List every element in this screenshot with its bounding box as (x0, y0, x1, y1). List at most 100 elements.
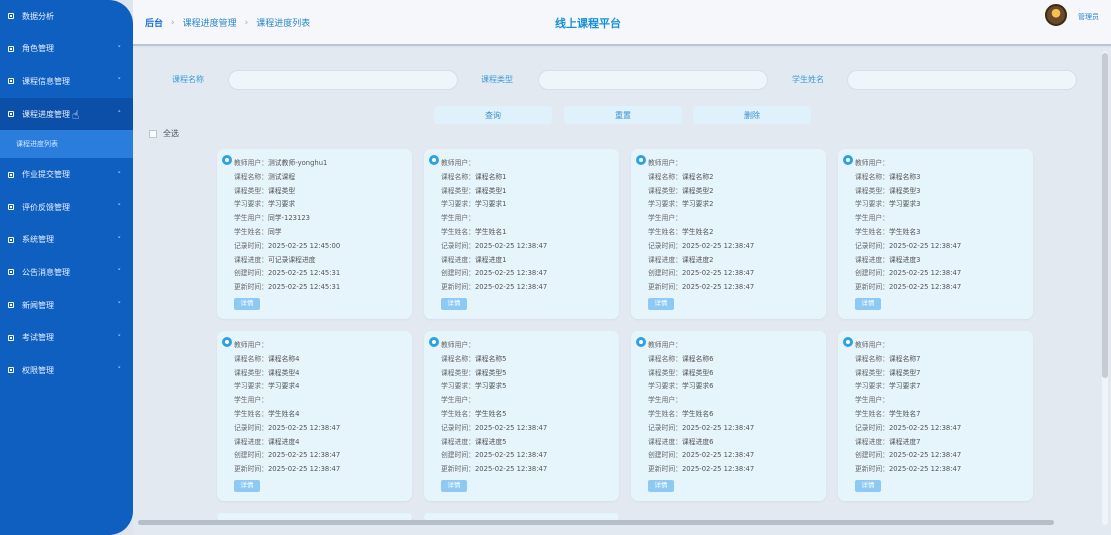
card-field: 学生姓名：同学 (234, 226, 340, 240)
detail-button[interactable]: 详情 (234, 298, 260, 310)
card-field-value: 学习要求2 (681, 200, 714, 209)
card-field-value: 2025-02-25 12:38:47 (681, 451, 755, 460)
card-select-radio[interactable] (843, 337, 853, 347)
detail-button[interactable]: 详情 (855, 298, 881, 310)
card-field: 学生姓名：学生姓名6 (648, 408, 754, 422)
menu-square-icon (8, 367, 14, 374)
sidebar-item-label: 权限管理 (22, 365, 54, 375)
card-field-label: 创建时间： (648, 451, 682, 460)
card-field: 更新时间：2025-02-25 12:38:47 (855, 281, 961, 295)
card-field-value: 学生姓名3 (888, 227, 921, 236)
sidebar-item-label: 公告消息管理 (22, 267, 70, 277)
course-name-input[interactable] (228, 70, 458, 90)
card-field-value: 2025-02-25 12:38:47 (888, 241, 962, 250)
card-select-radio[interactable] (429, 337, 439, 347)
card-field-label: 记录时间： (234, 241, 268, 250)
card-field-value: 学习要求3 (888, 200, 921, 209)
reset-button[interactable]: 重置 (564, 106, 682, 124)
user-name[interactable]: 管理员 (1078, 12, 1099, 22)
sidebar-item[interactable]: 新闻管理 ˅ (0, 289, 133, 322)
course-type-input[interactable] (538, 70, 768, 90)
card-field: 学习要求：学习要求1 (441, 198, 547, 212)
card-field: 学生用户： (441, 394, 547, 408)
card-field-value: 课程进度7 (888, 437, 921, 446)
card-field: 课程名称：课程名称3 (855, 171, 961, 185)
card-field-value: 2025-02-25 12:38:47 (681, 423, 755, 432)
card-field: 记录时间：2025-02-25 12:38:47 (855, 240, 961, 254)
card-field: 课程进度：课程进度1 (441, 254, 547, 268)
sidebar-item[interactable]: 角色管理 ˅ (0, 33, 133, 66)
card-field-value: 2025-02-25 12:38:47 (267, 465, 341, 474)
sidebar-item[interactable]: 公告消息管理 ˅ (0, 256, 133, 289)
card-select-radio[interactable] (222, 337, 232, 347)
detail-button[interactable]: 详情 (648, 298, 674, 310)
sidebar-item[interactable]: 课程进度管理 ˄ (0, 97, 133, 131)
detail-button[interactable]: 详情 (648, 480, 674, 492)
card-field-label: 教师用户： (648, 159, 682, 167)
sidebar-item[interactable]: 课程信息管理 ˅ (0, 65, 133, 98)
card-field: 记录时间：2025-02-25 12:38:47 (234, 422, 340, 436)
card-fields: 教师用户： 课程名称：课程名称5 课程类型：课程类型5 学习要求：学习要求5 学生用户：… (441, 339, 547, 477)
card-field-label: 创建时间： (855, 451, 889, 460)
card-field-label: 课程类型： (441, 186, 475, 195)
card-select-radio[interactable] (636, 155, 646, 165)
card-field-label: 课程类型： (855, 186, 889, 195)
card-field-label: 学生姓名： (234, 227, 268, 236)
card-select-radio[interactable] (636, 337, 646, 347)
card-select-radio[interactable] (222, 155, 232, 165)
query-button[interactable]: 查询 (434, 106, 552, 124)
card-field: 课程类型：课程类型6 (648, 367, 754, 381)
card-field-value: 课程进度6 (681, 437, 714, 446)
card-field: 教师用户： (855, 157, 961, 171)
card-field-value: 学习要求7 (888, 382, 921, 391)
detail-button[interactable]: 详情 (234, 480, 260, 492)
card-field: 学习要求：学习要求3 (855, 198, 961, 212)
card-field: 学习要求：学习要求5 (441, 380, 547, 394)
detail-button[interactable]: 详情 (441, 298, 467, 310)
card-field-label: 记录时间： (855, 423, 889, 432)
student-name-label: 学生姓名 (792, 75, 824, 84)
card-field-value: 课程类型5 (474, 368, 507, 377)
card-field-label: 教师用户： (441, 159, 475, 167)
select-all-checkbox[interactable] (149, 129, 157, 138)
menu-square-icon (8, 302, 14, 309)
sidebar-item[interactable]: 作业提交管理 ˅ (0, 158, 133, 191)
card-field: 创建时间：2025-02-25 12:45:31 (234, 267, 340, 281)
delete-button[interactable]: 删除 (693, 106, 811, 124)
sidebar-item[interactable]: 评价反馈管理 ˅ (0, 191, 133, 224)
card-field-label: 创建时间： (648, 269, 682, 278)
card-field: 记录时间：2025-02-25 12:38:47 (855, 422, 961, 436)
sidebar-item[interactable]: 考试管理 ˅ (0, 321, 133, 354)
card-field: 更新时间：2025-02-25 12:38:47 (441, 281, 547, 295)
chevron-down-icon: ˅ (117, 333, 122, 342)
student-name-input[interactable] (847, 70, 1077, 90)
card-field-label: 创建时间： (234, 451, 268, 460)
card-select-radio[interactable] (429, 155, 439, 165)
sidebar-item[interactable]: 数据分析 (0, 0, 133, 33)
card-field-label: 课程类型： (648, 186, 682, 195)
detail-button[interactable]: 详情 (441, 480, 467, 492)
card-field-value: 可记录课程进度 (267, 255, 316, 264)
sidebar-item-label: 角色管理 (22, 44, 54, 54)
select-all[interactable]: 全选 (149, 128, 179, 139)
card-field-value: 2025-02-25 12:45:31 (267, 283, 341, 292)
vertical-scrollbar-thumb[interactable] (1102, 53, 1108, 378)
sidebar-item-label: 课程信息管理 (22, 76, 70, 86)
submenu-item-progress-list[interactable]: 课程进度列表 (0, 130, 133, 159)
card-field: 教师用户： (441, 339, 547, 353)
horizontal-scrollbar[interactable] (138, 520, 1054, 525)
card-field-label: 学生姓名： (648, 409, 682, 418)
sidebar-item[interactable]: 系统管理 ˅ (0, 224, 133, 257)
detail-button[interactable]: 详情 (855, 480, 881, 492)
sidebar-item[interactable]: 权限管理 ˅ (0, 354, 133, 387)
card-select-radio[interactable] (843, 155, 853, 165)
card-field-value: 学生姓名6 (681, 409, 714, 418)
top-header: 后台 › 课程进度管理 › 课程进度列表 线上课程平台 管理员 (133, 0, 1111, 46)
card-field: 学生用户： (234, 394, 340, 408)
avatar[interactable] (1045, 4, 1067, 26)
hand-cursor-icon: ☝ (72, 108, 80, 122)
card-field-value: 同学-123123 (267, 214, 310, 223)
card-field: 课程名称：课程名称5 (441, 353, 547, 367)
card-field-value: 2025-02-25 12:38:47 (474, 269, 548, 278)
card-field-label: 教师用户： (234, 159, 268, 167)
